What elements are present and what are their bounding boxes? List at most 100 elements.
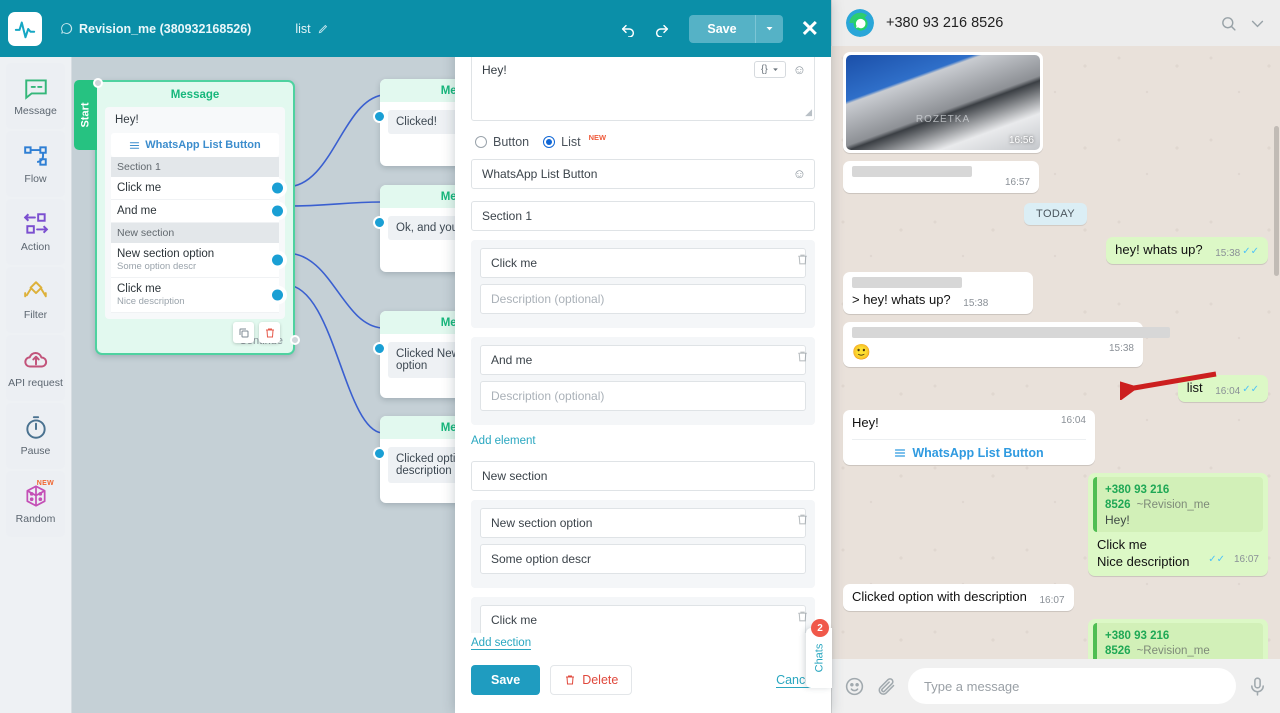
section-name-field-wrap: Section 1 (471, 201, 815, 231)
trash-icon[interactable] (796, 253, 809, 266)
message-bubble-quoted[interactable]: +380 93 216 8526~Revision_me Hey! Click … (1088, 618, 1268, 659)
node-list-button-label: WhatsApp List Button (145, 139, 261, 151)
close-button[interactable]: ✕ (801, 17, 819, 40)
message-input[interactable]: Type a message (908, 668, 1236, 704)
node-output-port[interactable] (272, 205, 283, 217)
node-input-port[interactable] (93, 78, 103, 88)
message-text-secondary: Nice description (1097, 553, 1190, 569)
list-lines-icon (895, 449, 906, 457)
node-output-port[interactable] (272, 182, 283, 194)
emoji-icon[interactable]: ☺ (793, 63, 806, 76)
pencil-icon[interactable] (318, 23, 329, 34)
flow-node-message-selected[interactable]: Start Message Hey! WhatsApp List Button … (74, 78, 300, 355)
microphone-icon[interactable] (1247, 676, 1268, 697)
node-input-port[interactable] (373, 447, 386, 460)
message-emoji: 🙂 (852, 343, 871, 361)
sidebar-item-api-request[interactable]: API request (6, 335, 65, 401)
option-desc-input[interactable]: Description (optional) (480, 381, 806, 411)
node-option-row[interactable]: Click me Nice description (111, 278, 283, 313)
paperclip-icon[interactable] (876, 676, 897, 697)
node-output-port[interactable] (272, 254, 283, 266)
chat-row: Clicked option with description 16:07 (843, 583, 1268, 611)
app-logo[interactable] (8, 11, 42, 46)
panel-delete-button[interactable]: Delete (550, 665, 633, 695)
message-bubble[interactable]: hey! whats up? 15:38 ✓✓ (1106, 237, 1268, 264)
node-input-port[interactable] (373, 110, 386, 123)
node-output-port[interactable] (272, 289, 283, 301)
red-arrow-icon (1120, 371, 1217, 400)
trash-icon[interactable] (796, 350, 809, 363)
sidebar-item-flow[interactable]: Flow (6, 131, 65, 197)
option-desc-input[interactable]: Description (optional) (480, 284, 806, 314)
save-dropdown-button[interactable] (755, 14, 783, 43)
node-input-port[interactable] (373, 216, 386, 229)
sidebar-item-label: Message (14, 105, 57, 117)
chat-messages-area[interactable]: ROZETKA 16:56 16:57 TODAY hey! whats up?… (831, 46, 1280, 659)
whatsapp-list-button[interactable]: WhatsApp List Button (852, 439, 1086, 460)
panel-save-button[interactable]: Save (471, 665, 541, 695)
option-title-input[interactable]: Click me (480, 605, 806, 633)
node-list-button[interactable]: WhatsApp List Button (111, 133, 279, 157)
radio-list-mode[interactable]: List NEW (543, 133, 606, 149)
message-bubble-list[interactable]: Hey! 16:04 WhatsApp List Button (843, 410, 1095, 466)
node-option-row[interactable]: Click me (111, 177, 283, 200)
sidebar-item-action[interactable]: Action (6, 199, 65, 265)
section-name-input[interactable]: Section 1 (471, 201, 815, 231)
node-option-row[interactable]: And me (111, 200, 283, 223)
cloud-upload-icon (23, 352, 47, 368)
trash-icon[interactable] (796, 610, 809, 623)
message-time: 16:07 (1039, 594, 1065, 606)
option-title-input[interactable]: Click me (480, 248, 806, 278)
message-image-bubble[interactable]: ROZETKA 16:56 (843, 52, 1043, 153)
save-button[interactable]: Save (689, 14, 756, 43)
message-bubble-redacted[interactable]: 16:57 (843, 161, 1039, 193)
emoji-icon[interactable] (844, 676, 865, 697)
variable-insert-button[interactable]: {} (754, 61, 786, 78)
chat-composer: Type a message (831, 659, 1280, 713)
sidebar-item-message[interactable]: Message (6, 63, 65, 129)
image-attachment: ROZETKA 16:56 (846, 55, 1040, 150)
node-output-port-continue[interactable] (290, 335, 300, 345)
read-ticks-icon: ✓✓ (1208, 553, 1225, 565)
radio-button-mode[interactable]: Button (475, 135, 529, 149)
chat-scrollbar[interactable] (1274, 126, 1279, 276)
undo-button[interactable] (613, 14, 643, 44)
reply-mode-radios[interactable]: Button List NEW (471, 133, 815, 149)
add-section-link[interactable]: Add section (471, 637, 532, 650)
delete-node-button[interactable] (259, 322, 280, 343)
redo-button[interactable] (647, 14, 677, 44)
sidebar-item-pause[interactable]: Pause (6, 403, 65, 469)
option-desc-input[interactable]: Some option descr (480, 544, 806, 574)
add-element-link[interactable]: Add element (471, 435, 536, 447)
option-title-input[interactable]: New section option (480, 508, 806, 538)
section-name-input[interactable]: New section (471, 461, 815, 491)
sidebar-item-label: Flow (24, 173, 47, 185)
chats-tab[interactable]: 2 Chats (806, 619, 832, 688)
message-textarea[interactable]: Hey! {} ☺ ◢ (471, 53, 815, 121)
list-title-input[interactable]: WhatsApp List Button (471, 159, 815, 189)
flow-name: list (295, 21, 311, 36)
app-header: Revision_me (380932168526) list Save ✕ (0, 0, 831, 57)
message-bubble-quoted[interactable]: +380 93 216 8526~Revision_me Hey! Click … (1088, 473, 1268, 576)
flow-name-group[interactable]: list (295, 22, 328, 36)
chevron-down-icon[interactable] (1249, 15, 1266, 32)
node-option-row[interactable]: New section option Some option descr (111, 243, 283, 278)
search-icon[interactable] (1220, 15, 1237, 32)
chat-row: +380 93 216 8526~Revision_me Hey! Click … (843, 618, 1268, 659)
sidebar-item-random[interactable]: NEW Random (6, 471, 65, 537)
emoji-icon[interactable]: ☺ (793, 167, 806, 180)
message-bubble[interactable]: 🙂 15:38 (843, 321, 1170, 368)
quoted-message: +380 93 216 8526~Revision_me Hey! (1093, 622, 1263, 659)
node-option-desc: Some option descr (117, 261, 197, 272)
resize-handle-icon[interactable]: ◢ (805, 107, 812, 118)
section-name-field-wrap: New section (471, 461, 815, 491)
undo-icon (622, 24, 635, 37)
node-action-buttons[interactable] (233, 322, 280, 343)
node-input-port[interactable] (373, 342, 386, 355)
message-bubble[interactable]: > hey! whats up? 15:38 (843, 271, 1033, 314)
duplicate-node-button[interactable] (233, 322, 254, 343)
message-bubble[interactable]: Clicked option with description 16:07 (843, 583, 1074, 611)
trash-icon[interactable] (796, 513, 809, 526)
option-title-input[interactable]: And me (480, 345, 806, 375)
sidebar-item-filter[interactable]: Filter (6, 267, 65, 333)
